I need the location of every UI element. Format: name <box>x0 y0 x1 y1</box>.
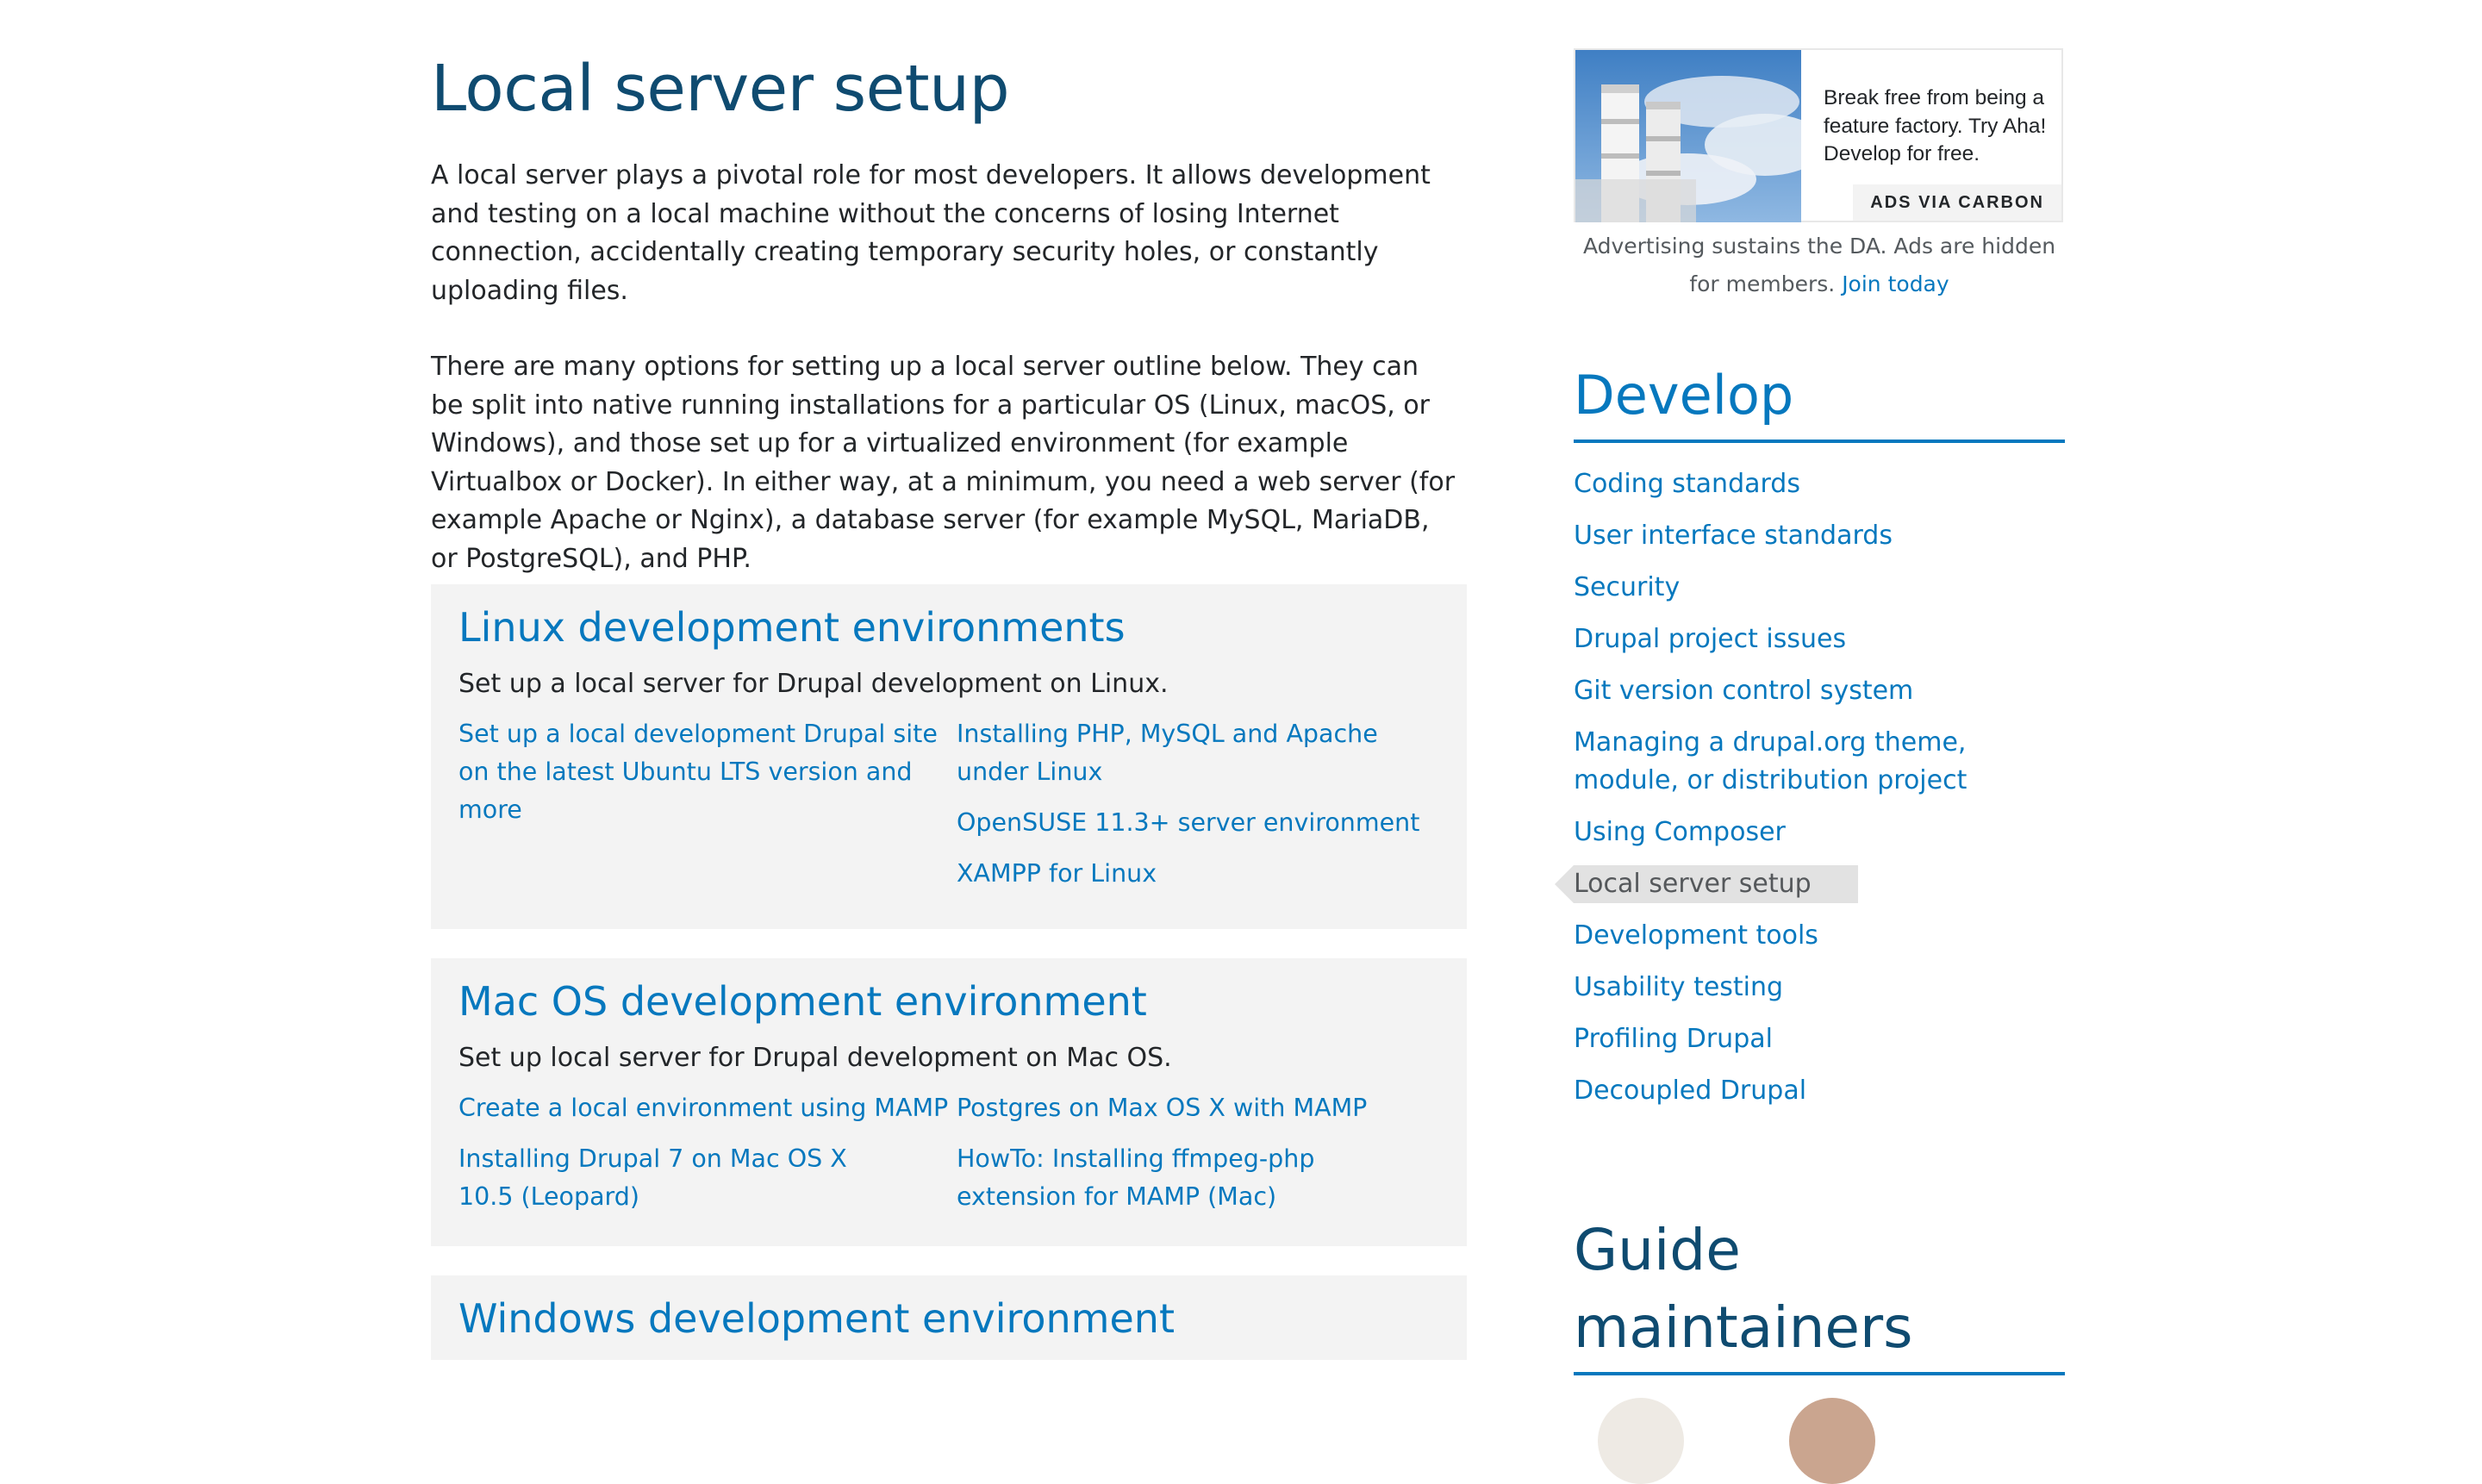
links-column-left: Create a local environment using MAMP In… <box>458 1089 957 1229</box>
section-link[interactable]: Postgres on Max OS X with MAMP <box>957 1089 1439 1127</box>
intro-paragraph: A local server plays a pivotal role for … <box>431 160 1431 306</box>
section-links: Create a local environment using MAMP In… <box>458 1089 1439 1229</box>
nav-item-security[interactable]: Security <box>1574 569 2065 607</box>
section-title[interactable]: Windows development environment <box>458 1275 1439 1344</box>
avatar[interactable] <box>1789 1398 1875 1484</box>
section-title[interactable]: Mac OS development environment <box>458 958 1439 1027</box>
section-link[interactable]: Installing Drupal 7 on Mac OS X 10.5 (Le… <box>458 1140 889 1216</box>
divider <box>1574 440 2065 443</box>
ad-via-carbon[interactable]: ADS VIA CARBON <box>1853 184 2061 221</box>
section-card-windows: Windows development environment <box>431 1275 1467 1360</box>
nav-item-usability-testing[interactable]: Usability testing <box>1574 969 2065 1007</box>
section-links: Set up a local development Drupal site o… <box>458 715 1439 906</box>
nav-item-using-composer[interactable]: Using Composer <box>1574 814 2065 851</box>
section-description: Set up local server for Drupal developme… <box>458 1043 1172 1073</box>
section-link[interactable]: Installing PHP, MySQL and Apache under L… <box>957 715 1439 791</box>
section-link[interactable]: Create a local environment using MAMP <box>458 1089 957 1127</box>
ad-note: Advertising sustains the DA. Ads are hid… <box>1574 228 2065 303</box>
section-title-link[interactable]: Windows development environment <box>458 1295 1175 1342</box>
sidebar: Break free from being a feature factory.… <box>1555 48 2065 1484</box>
nav-item-git-version-control[interactable]: Git version control system <box>1574 672 2065 710</box>
nav-item-profiling-drupal[interactable]: Profiling Drupal <box>1574 1020 2065 1058</box>
maintainer-avatars <box>1574 1398 2065 1484</box>
nav-item-user-interface-standards[interactable]: User interface standards <box>1574 517 2065 555</box>
section-card-linux: Linux development environments Set up a … <box>431 584 1467 929</box>
section-description: Set up a local server for Drupal develop… <box>458 669 1169 699</box>
nav-item-development-tools[interactable]: Development tools <box>1574 917 2065 955</box>
section-title-link[interactable]: Linux development environments <box>458 604 1126 651</box>
develop-title-link[interactable]: Develop <box>1574 364 1793 427</box>
nav-item-managing-project[interactable]: Managing a drupal.org theme, module, or … <box>1574 724 2065 800</box>
develop-nav: Coding standards User interface standard… <box>1555 465 2065 1110</box>
nav-item-decoupled-drupal[interactable]: Decoupled Drupal <box>1574 1072 2065 1110</box>
intro: A local server plays a pivotal role for … <box>431 157 1465 578</box>
section-title-link[interactable]: Mac OS development environment <box>458 978 1147 1025</box>
nav-item-drupal-project-issues[interactable]: Drupal project issues <box>1574 620 2065 658</box>
section-link[interactable]: Set up a local development Drupal site o… <box>458 715 941 829</box>
links-column-right: Postgres on Max OS X with MAMP HowTo: In… <box>957 1089 1439 1229</box>
section-card-mac: Mac OS development environment Set up lo… <box>431 958 1467 1246</box>
ad-text[interactable]: Break free from being a feature factory.… <box>1824 84 2049 169</box>
active-indicator-arrow <box>1555 865 1574 903</box>
main-content: Local server setup A local server plays … <box>431 41 1465 578</box>
ad-image[interactable] <box>1575 50 1801 222</box>
join-today-link[interactable]: Join today <box>1842 271 1949 296</box>
avatar[interactable] <box>1598 1398 1684 1484</box>
nav-item-coding-standards[interactable]: Coding standards <box>1574 465 2065 503</box>
section-link[interactable]: HowTo: Installing ffmpeg-php extension f… <box>957 1140 1439 1216</box>
carbon-ad[interactable]: Break free from being a feature factory.… <box>1574 48 2063 222</box>
links-column-left: Set up a local development Drupal site o… <box>458 715 957 906</box>
links-column-right: Installing PHP, MySQL and Apache under L… <box>957 715 1439 906</box>
divider <box>1574 1372 2065 1375</box>
section-link[interactable]: OpenSUSE 11.3+ server environment <box>957 804 1439 842</box>
ad-note-text: Advertising sustains the DA. Ads are hid… <box>1582 234 2056 296</box>
page-title: Local server setup <box>431 52 1010 126</box>
intro-paragraph: There are many options for setting up a … <box>431 352 1456 574</box>
section-link[interactable]: XAMPP for Linux <box>957 855 1439 893</box>
guide-maintainers-title: Guide maintainers <box>1574 1217 1913 1361</box>
develop-title[interactable]: Develop <box>1574 357 2065 434</box>
nav-item-label: Local server setup <box>1574 869 1812 899</box>
section-title[interactable]: Linux development environments <box>458 584 1439 653</box>
nav-item-local-server-setup-active[interactable]: Local server setup <box>1555 865 1858 903</box>
